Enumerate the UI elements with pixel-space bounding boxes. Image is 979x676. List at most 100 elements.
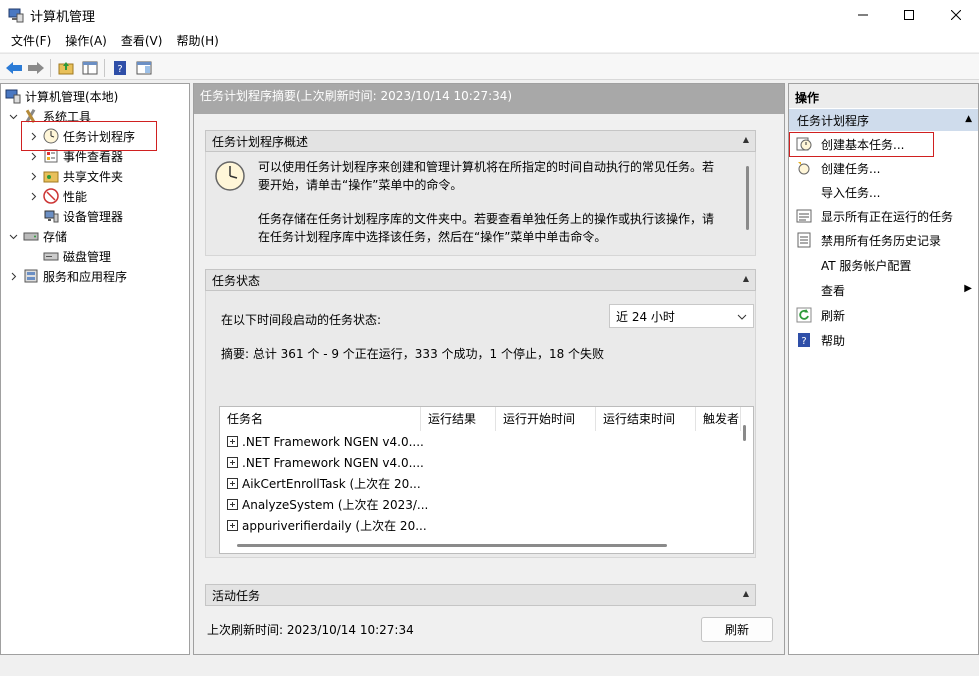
overview-paragraph-1-line-2: 要开始，请单击“操作”菜单中的命令。 [258,178,463,192]
minimize-button[interactable] [840,0,886,30]
task-name: .NET Framework NGEN v4.0.... [242,434,424,449]
summary-pane: 任务计划程序摘要(上次刷新时间: 2023/10/14 10:27:34) 任务… [193,83,785,655]
table-row[interactable]: .NET Framework NGEN v4.0.... [220,452,730,473]
disk-icon [43,248,59,264]
chevron-down-icon [737,311,747,325]
forward-arrow-icon [28,62,44,74]
collapse-up-icon[interactable]: ▲ [743,589,749,598]
chevron-down-icon[interactable] [7,230,19,242]
action-label: 导入任务... [821,186,881,200]
tree-item-shared-folders[interactable]: 共享文件夹 [27,166,123,186]
tree-label: 计算机管理(本地) [25,89,119,104]
maximize-icon [904,10,914,20]
column-header-triggered-by[interactable]: 触发者 [696,407,741,431]
expand-plus-icon[interactable] [227,436,238,447]
actions-section-task-scheduler[interactable]: 任务计划程序 ▲ [789,109,978,131]
tree-item-disk-management[interactable]: 磁盘管理 [43,246,111,266]
action-help[interactable]: ? 帮助 [789,329,978,351]
overview-scrollbar[interactable] [746,166,749,230]
action-create-task[interactable]: 创建任务... [789,157,978,179]
action-refresh[interactable]: 刷新 [789,304,978,326]
action-view[interactable]: 查看 ▶ [789,279,978,301]
refresh-button[interactable]: 刷新 [701,617,773,642]
tree-label: 磁盘管理 [63,249,112,264]
forward-button[interactable] [26,58,46,78]
services-icon [23,268,39,284]
expand-plus-icon[interactable] [227,499,238,510]
collapse-up-icon[interactable]: ▲ [743,274,749,283]
action-show-running-tasks[interactable]: 显示所有正在运行的任务 [789,205,978,227]
menu-action[interactable]: 操作(A) [58,30,114,52]
column-header-start-time[interactable]: 运行开始时间 [496,407,596,431]
action-disable-task-history[interactable]: 禁用所有任务历史记录 [789,229,978,251]
table-row[interactable]: AnalyzeSystem (上次在 2023/... [220,494,730,515]
tree-item-root[interactable]: 计算机管理(本地) [5,86,118,106]
table-row[interactable]: .NET Framework NGEN v4.0.... [220,431,730,452]
expand-plus-icon[interactable] [227,520,238,531]
action-label: 刷新 [821,309,846,323]
expand-plus-icon[interactable] [227,478,238,489]
computer-management-icon [5,88,21,104]
action-label: 帮助 [821,334,846,348]
tree-label: 服务和应用程序 [43,269,128,284]
period-select[interactable]: 近 24 小时 [609,304,754,328]
clock-icon [214,160,246,195]
close-icon [951,10,961,20]
tree-item-performance[interactable]: 性能 [27,186,87,206]
submenu-arrow-icon: ▶ [964,283,972,294]
action-import-task[interactable]: 导入任务... [789,181,978,203]
column-header-task-name[interactable]: 任务名 [220,407,421,431]
collapse-up-icon[interactable]: ▲ [743,135,749,144]
collapse-up-icon[interactable]: ▲ [965,114,972,124]
table-horizontal-scrollbar[interactable] [237,544,667,547]
task-name: AnalyzeSystem (上次在 2023/... [242,498,429,512]
action-at-service-account-config[interactable]: AT 服务帐户配置 [789,254,978,276]
performance-icon [43,188,59,204]
overview-paragraph-1-line-1: 可以使用任务计划程序来创建和管理计算机将在所指定的时间自动执行的常见任务。若 [258,160,715,174]
console-tree-icon [82,61,98,75]
menu-help[interactable]: 帮助(H) [169,30,225,52]
table-vertical-scrollbar[interactable] [743,425,746,441]
overview-section-header[interactable]: 任务计划程序概述 ▲ [205,130,756,152]
toolbar: ? [0,53,979,80]
task-status-section-header[interactable]: 任务状态 ▲ [205,269,756,291]
menu-file[interactable]: 文件(F) [4,30,58,52]
maximize-button[interactable] [886,0,932,30]
overview-paragraph-2-line-2: 在任务计划程序库中选择该任务，然后在“操作”菜单中单击命令。 [258,230,607,244]
chevron-down-icon[interactable] [7,110,19,122]
menu-view[interactable]: 查看(V) [114,30,170,52]
task-summary: 摘要: 总计 361 个 - 9 个正在运行，333 个成功，1 个停止，18 … [221,347,605,361]
task-table: 任务名 运行结果 运行开始时间 运行结束时间 触发者 .NET Framewor… [219,406,754,554]
tree-label: 设备管理器 [63,209,124,224]
tree-item-storage[interactable]: 存储 [7,226,67,246]
window-title: 计算机管理 [30,10,96,25]
action-label: 查看 [821,284,846,298]
show-hide-tree-button[interactable] [80,58,100,78]
summary-header: 任务计划程序摘要(上次刷新时间: 2023/10/14 10:27:34) [194,84,784,114]
section-title: 任务状态 [212,273,261,288]
chevron-right-icon[interactable] [27,170,39,182]
chevron-right-icon[interactable] [27,150,39,162]
active-tasks-section-header[interactable]: 活动任务 ▲ [205,584,756,606]
tree-item-services-apps[interactable]: 服务和应用程序 [7,266,127,286]
chevron-right-icon[interactable] [27,190,39,202]
action-label: 禁用所有任务历史记录 [821,234,942,248]
period-selected-value: 近 24 小时 [616,309,675,324]
column-header-result[interactable]: 运行结果 [421,407,496,431]
close-button[interactable] [933,0,979,30]
help-toolbar-button[interactable]: ? [110,58,130,78]
back-button[interactable] [4,58,24,78]
show-hide-action-pane-button[interactable] [134,58,154,78]
help-book-icon: ? [114,61,126,75]
expand-plus-icon[interactable] [227,457,238,468]
section-title: 任务计划程序概述 [212,134,309,149]
up-folder-button[interactable] [56,58,76,78]
annotation-highlight-box [789,132,934,157]
table-row[interactable]: AikCertEnrollTask (上次在 20... [220,473,730,494]
table-row[interactable]: appuriverifierdaily (上次在 20... [220,515,730,536]
tree-label: 共享文件夹 [63,169,124,184]
column-header-end-time[interactable]: 运行结束时间 [596,407,696,431]
tree-item-device-manager[interactable]: 设备管理器 [43,206,123,226]
chevron-right-icon[interactable] [7,270,19,282]
tree-label: 性能 [63,189,88,204]
